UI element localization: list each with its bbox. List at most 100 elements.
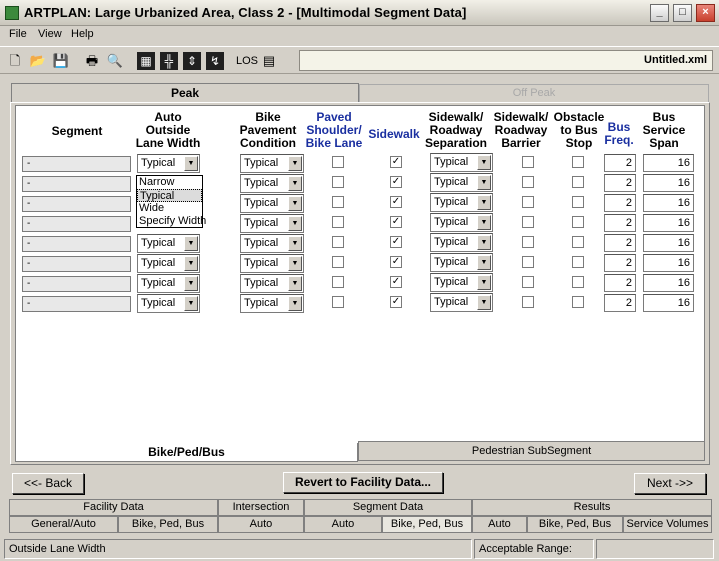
option-specify-width[interactable]: Specify Width xyxy=(137,215,206,228)
los-icon[interactable]: LOS xyxy=(236,52,258,70)
bus-span-input[interactable]: 16 xyxy=(643,234,694,252)
bus-span-input[interactable]: 16 xyxy=(643,274,694,292)
segment-field[interactable]: - xyxy=(22,176,131,192)
auto-width-select[interactable]: Typical ▼ xyxy=(137,254,200,273)
auto-width-select[interactable]: Typical ▼ xyxy=(137,234,200,253)
bus-span-input[interactable]: 16 xyxy=(643,254,694,272)
revert-button[interactable]: Revert to Facility Data... xyxy=(283,472,443,493)
tab-off-peak[interactable]: Off Peak xyxy=(359,84,709,102)
print-preview-icon[interactable]: 🔍 xyxy=(106,52,124,70)
paved-shoulder-checkbox[interactable] xyxy=(332,196,344,208)
chevron-down-icon[interactable]: ▼ xyxy=(477,255,491,270)
obstacle-checkbox[interactable] xyxy=(572,176,584,188)
new-file-icon[interactable]: 🗋 xyxy=(6,52,24,70)
bus-span-input[interactable]: 16 xyxy=(643,294,694,312)
table-icon[interactable]: ▤ xyxy=(260,52,278,70)
separation-select[interactable]: Typical ▼ xyxy=(430,293,493,312)
obstacle-checkbox[interactable] xyxy=(572,156,584,168)
nav-segment-auto[interactable]: Auto xyxy=(304,516,382,533)
bus-freq-input[interactable]: 2 xyxy=(604,174,636,192)
nav-results-bike-ped-bus[interactable]: Bike, Ped, Bus xyxy=(527,516,623,533)
obstacle-checkbox[interactable] xyxy=(572,216,584,228)
bus-span-input[interactable]: 16 xyxy=(643,154,694,172)
obstacle-checkbox[interactable] xyxy=(572,196,584,208)
auto-width-select[interactable]: Typical ▼ xyxy=(137,274,200,293)
chevron-down-icon[interactable]: ▼ xyxy=(477,295,491,310)
chevron-down-icon[interactable]: ▼ xyxy=(288,296,302,311)
auto-width-select[interactable]: Typical ▼ xyxy=(137,294,200,313)
open-folder-icon[interactable]: 📂 xyxy=(29,52,47,70)
separation-select[interactable]: Typical ▼ xyxy=(430,213,493,232)
separation-select[interactable]: Typical ▼ xyxy=(430,153,493,172)
chevron-down-icon[interactable]: ▼ xyxy=(477,235,491,250)
sidewalk-checkbox[interactable]: ✓ xyxy=(390,156,402,168)
segment-field[interactable]: - xyxy=(22,216,131,232)
minimize-button[interactable]: _ xyxy=(650,4,669,22)
bike-pavement-select[interactable]: Typical ▼ xyxy=(240,294,304,313)
nav-intersection-auto[interactable]: Auto xyxy=(218,516,304,533)
maximize-button[interactable]: □ xyxy=(673,4,692,22)
sidewalk-checkbox[interactable]: ✓ xyxy=(390,216,402,228)
segment-field[interactable]: - xyxy=(22,156,131,172)
bus-freq-input[interactable]: 2 xyxy=(604,274,636,292)
map-icon[interactable]: ▦ xyxy=(137,52,155,70)
route-icon[interactable]: ↯ xyxy=(206,52,224,70)
chevron-down-icon[interactable]: ▼ xyxy=(184,256,198,271)
barrier-checkbox[interactable] xyxy=(522,236,534,248)
tab-peak[interactable]: Peak xyxy=(11,83,359,103)
paved-shoulder-checkbox[interactable] xyxy=(332,236,344,248)
paved-shoulder-checkbox[interactable] xyxy=(332,256,344,268)
obstacle-checkbox[interactable] xyxy=(572,256,584,268)
bike-pavement-select[interactable]: Typical ▼ xyxy=(240,274,304,293)
segment-field[interactable]: - xyxy=(22,256,131,272)
chevron-down-icon[interactable]: ▼ xyxy=(477,175,491,190)
bus-freq-input[interactable]: 2 xyxy=(604,254,636,272)
sidewalk-checkbox[interactable]: ✓ xyxy=(390,276,402,288)
barrier-checkbox[interactable] xyxy=(522,156,534,168)
bike-pavement-select[interactable]: Typical ▼ xyxy=(240,174,304,193)
bike-pavement-select[interactable]: Typical ▼ xyxy=(240,154,304,173)
chevron-down-icon[interactable]: ▼ xyxy=(477,215,491,230)
nav-segment-bike-ped-bus[interactable]: Bike, Ped, Bus xyxy=(382,516,472,533)
sidewalk-checkbox[interactable]: ✓ xyxy=(390,296,402,308)
bus-freq-input[interactable]: 2 xyxy=(604,234,636,252)
bike-pavement-select[interactable]: Typical ▼ xyxy=(240,234,304,253)
paved-shoulder-checkbox[interactable] xyxy=(332,216,344,228)
chevron-down-icon[interactable]: ▼ xyxy=(288,156,302,171)
next-button[interactable]: Next ->> xyxy=(634,473,706,494)
chevron-down-icon[interactable]: ▼ xyxy=(288,236,302,251)
chevron-down-icon[interactable]: ▼ xyxy=(288,216,302,231)
bike-pavement-select[interactable]: Typical ▼ xyxy=(240,214,304,233)
chevron-down-icon[interactable]: ▼ xyxy=(184,156,198,171)
separation-select[interactable]: Typical ▼ xyxy=(430,253,493,272)
menu-help[interactable]: Help xyxy=(71,28,94,40)
bus-span-input[interactable]: 16 xyxy=(643,214,694,232)
sidewalk-checkbox[interactable]: ✓ xyxy=(390,256,402,268)
paved-shoulder-checkbox[interactable] xyxy=(332,276,344,288)
nav-service-volumes[interactable]: Service Volumes xyxy=(623,516,712,533)
sidewalk-checkbox[interactable]: ✓ xyxy=(390,236,402,248)
nav-facility-bike-ped-bus[interactable]: Bike, Ped, Bus xyxy=(118,516,218,533)
menu-view[interactable]: View xyxy=(38,28,62,40)
bus-freq-input[interactable]: 2 xyxy=(604,154,636,172)
barrier-checkbox[interactable] xyxy=(522,216,534,228)
chevron-down-icon[interactable]: ▼ xyxy=(288,276,302,291)
auto-width-select[interactable]: Typical ▼ xyxy=(137,154,200,173)
separation-select[interactable]: Typical ▼ xyxy=(430,173,493,192)
bike-pavement-select[interactable]: Typical ▼ xyxy=(240,254,304,273)
segment-field[interactable]: - xyxy=(22,236,131,252)
barrier-checkbox[interactable] xyxy=(522,176,534,188)
paved-shoulder-checkbox[interactable] xyxy=(332,296,344,308)
nav-results-auto[interactable]: Auto xyxy=(472,516,527,533)
separation-select[interactable]: Typical ▼ xyxy=(430,273,493,292)
bus-freq-input[interactable]: 2 xyxy=(604,294,636,312)
bus-span-input[interactable]: 16 xyxy=(643,194,694,212)
chevron-down-icon[interactable]: ▼ xyxy=(477,195,491,210)
obstacle-checkbox[interactable] xyxy=(572,236,584,248)
chevron-down-icon[interactable]: ▼ xyxy=(288,256,302,271)
sidewalk-checkbox[interactable]: ✓ xyxy=(390,176,402,188)
segment-icon[interactable]: ⇕ xyxy=(183,52,201,70)
close-button[interactable]: × xyxy=(696,4,715,22)
chevron-down-icon[interactable]: ▼ xyxy=(184,296,198,311)
bus-freq-input[interactable]: 2 xyxy=(604,214,636,232)
